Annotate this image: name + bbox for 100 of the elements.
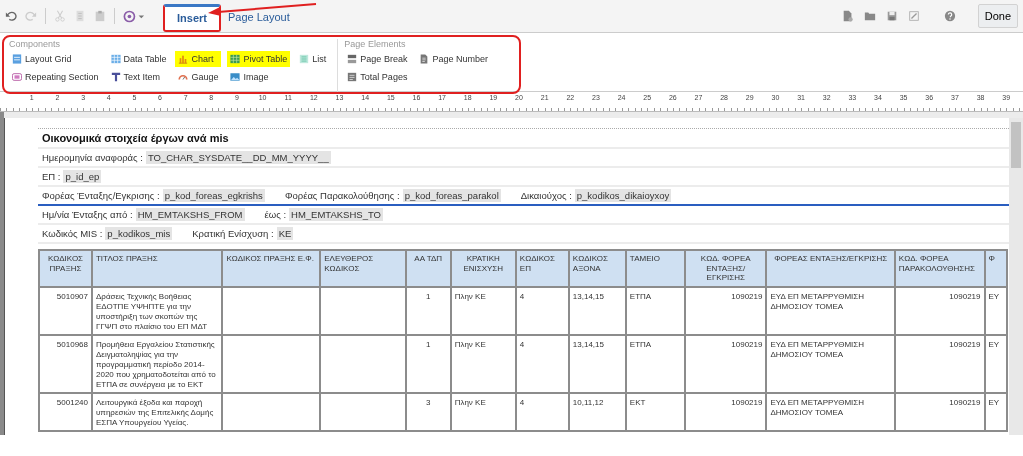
table-cell: 5010968	[39, 334, 92, 393]
table-cell: Λειτουργικά έξοδα και παροχή υπηρεσιών της Επιτελικής Δομής ΕΣΠΑ Υπουργείου Υγείας.	[92, 392, 223, 431]
table-cell: ΕΥ	[984, 392, 1007, 431]
table-cell: Πλην ΚΕ	[450, 286, 516, 335]
table-cell: Δράσεις Τεχνικής Βοήθειας ΕΔΟΤΠΕ ΥΨΗΠΤΕ για την υποστήριξη των σκοπών της ΓΓΨΠ στο πλαίσιο του ΕΠ ΜΔΤ	[92, 286, 223, 335]
undo-icon[interactable]	[5, 10, 17, 22]
table-cell: 1090219	[894, 334, 985, 393]
redo-icon[interactable]	[25, 10, 37, 22]
ribbon-item[interactable]: Layout Grid	[9, 51, 102, 67]
pivot-table-icon	[230, 54, 241, 64]
page-break-icon	[347, 54, 358, 64]
table-cell: Πλην ΚΕ	[450, 392, 516, 431]
scrollbar[interactable]	[1009, 118, 1023, 435]
report-title: Οικονομικά στοιχεία έργων ανά mis	[38, 129, 1009, 149]
field-label: Φορέας Ένταξης/Εγκρισης :	[42, 190, 160, 201]
ribbon-item[interactable]: Text Item	[107, 69, 170, 85]
folder-icon[interactable]	[863, 10, 876, 22]
column-header: ΚΩΔΙΚΟΣ ΕΠ	[515, 250, 569, 287]
column-header: ΤΑΜΕΙΟ	[625, 250, 685, 287]
report-line[interactable]: Κωδικός MIS : p_kodikos_mis Κρατική Ενίσχυση : KE	[38, 225, 1009, 244]
column-header: Φ	[984, 250, 1007, 287]
field-label: Κρατική Ενίσχυση :	[192, 228, 274, 239]
scrollbar-thumb[interactable]	[1011, 122, 1021, 168]
table-cell: ΕΤΠΑ	[625, 334, 685, 393]
parameter-field[interactable]: KE	[276, 227, 294, 240]
table-cell: ΕΤΠΑ	[625, 286, 685, 335]
parameter-field[interactable]: p_kod_foreas_egkrishs	[162, 189, 265, 202]
field-label: Φορέας Παρακολούθησης :	[284, 190, 400, 201]
table-cell: 1	[405, 334, 451, 393]
gauge-icon	[178, 72, 189, 82]
table-cell: ΕΥΔ ΕΠ ΜΕΤΑΡΡΥΘΜΙΣΗ ΔΗΜΟΣΙΟΥ ΤΟΜΕΑ	[766, 392, 895, 431]
table-cell: 1090219	[894, 286, 985, 335]
table-cell: 5001240	[39, 392, 92, 431]
column-header: ΕΛΕΥΘΕΡΟΣ ΚΩΔΙΚΟΣ	[320, 250, 406, 287]
group-title: Page Elements	[344, 39, 407, 49]
ribbon-item[interactable]: Gauge	[175, 69, 222, 85]
table-cell: ΕΥΔ ΕΠ ΜΕΤΑΡΡΥΘΜΙΣΗ ΔΗΜΟΣΙΟΥ ΤΟΜΕΑ	[766, 334, 895, 393]
table-cell: 1	[405, 286, 451, 335]
parameter-field[interactable]: HM_EMTAKSHS_TO	[289, 208, 383, 221]
bar-chart-icon	[178, 54, 189, 64]
column-header: ΚΩΔΙΚΟΣ ΑΞΟΝΑ	[568, 250, 626, 287]
table-icon	[110, 54, 121, 64]
table-cell: 4	[515, 334, 569, 393]
save-icon[interactable]	[885, 10, 898, 22]
table-cell: 3	[405, 392, 451, 431]
total-pages-icon	[347, 72, 358, 82]
table-cell: ΕΥΔ ΕΠ ΜΕΤΑΡΡΥΘΜΙΣΗ ΔΗΜΟΣΙΟΥ ΤΟΜΕΑ	[766, 286, 895, 335]
table-cell: 13,14,15	[568, 334, 626, 393]
table-cell: ΕΥ	[984, 286, 1007, 335]
field-label: Ημερομηνία αναφοράς :	[42, 152, 143, 163]
ribbon-item[interactable]: Data Table	[107, 51, 170, 67]
table-cell: Πλην ΚΕ	[450, 334, 516, 393]
ribbon-item[interactable]: Page Break	[344, 51, 411, 67]
parameter-field[interactable]: p_id_ep	[63, 170, 102, 183]
field-label: Ημ/νία Ένταξης από :	[42, 209, 133, 220]
done-button[interactable]: Done	[977, 4, 1018, 28]
table-cell: ΕΚΤ	[625, 392, 685, 431]
ribbon-item[interactable]: Pivot Table	[227, 51, 291, 67]
parameter-field[interactable]: p_kod_foreas_parakol	[402, 189, 501, 202]
repeating-section-icon	[12, 72, 22, 82]
column-header: ΚΩΔ. ΦΟΡΕΑ ΕΝΤΑΞΗΣ/ΕΓΚΡΙΣΗΣ	[684, 250, 767, 287]
parameter-field[interactable]: HM_EMTAKSHS_FROM	[135, 208, 245, 221]
column-header: ΤΙΤΛΟΣ ΠΡΑΞΗΣ	[92, 250, 223, 287]
page-number-icon	[419, 54, 430, 64]
text-icon	[110, 72, 121, 82]
table-cell: ΕΥ	[984, 334, 1007, 393]
ribbon-item[interactable]: Repeating Section	[9, 69, 102, 85]
ribbon-tab[interactable]: Insert	[163, 4, 221, 32]
parameter-field[interactable]: p_kodikos_dikaioyxoy	[574, 189, 672, 202]
field-label: Δικαιούχος :	[520, 190, 572, 201]
table-cell: 13,14,15	[568, 286, 626, 335]
paste-icon[interactable]	[94, 10, 106, 22]
report-line[interactable]: Ημερομηνία αναφοράς : TO_CHAR_SYSDATE__DD_MM_YYYY__	[38, 149, 1009, 168]
ribbon-item[interactable]: Chart	[175, 51, 222, 67]
ribbon-item[interactable]: Page Number	[416, 51, 491, 67]
new-document-icon[interactable]	[841, 10, 854, 22]
copy-icon[interactable]	[74, 10, 86, 22]
field-label: Κωδικός MIS :	[42, 228, 103, 239]
parameter-field[interactable]: p_kodikos_mis	[105, 227, 173, 240]
ribbon-item[interactable]: Image	[227, 69, 291, 85]
report-line[interactable]: Ημ/νία Ένταξης από : HM_EMTAKSHS_FROM έως : HM_EMTAKSHS_TO	[38, 206, 1009, 225]
ribbon-item[interactable]: Total Pages	[344, 69, 411, 85]
ribbon-item[interactable]: List	[296, 51, 330, 67]
parameter-field[interactable]: TO_CHAR_SYSDATE__DD_MM_YYYY__	[145, 151, 331, 164]
cut-icon[interactable]	[54, 10, 66, 22]
ribbon-tab[interactable]: Page Layout	[220, 4, 297, 32]
column-header: ΚΩΔΙΚΟΣ ΠΡΑΞΗΣ Ε.Φ.	[222, 250, 321, 287]
table-cell: 5010907	[39, 286, 92, 335]
field-label: ΕΠ :	[42, 171, 61, 182]
help-icon[interactable]	[943, 10, 956, 22]
column-header: ΦΟΡΕΑΣ ΕΝΤΑΞΗΣ/ΕΓΚΡΙΣΗΣ	[766, 250, 895, 287]
report-line[interactable]: Φορέας Ένταξης/Εγκρισης : p_kod_foreas_egkrishs Φορέας Παρακολούθησης : p_kod_foreas_parakol Δικαιούχος : p_kodikos_dikaioyxoy	[38, 187, 1009, 206]
column-header: ΚΩΔΙΚΟΣ ΠΡΑΞΗΣ	[39, 250, 92, 287]
field-label: έως :	[264, 209, 287, 220]
table-cell: 10,11,12	[568, 392, 626, 431]
report-line[interactable]: ΕΠ : p_id_ep	[38, 168, 1009, 187]
table-cell: Προμήθεια Εργαλείου Στατιστικής Δειγματοληψίας για την προγραμματική περίοδο 2014-2020 που χρηματοδοτείται από το ΕΤΠΑ σε συνέργεια με το ΕΚΤ	[92, 334, 223, 393]
image-icon	[230, 72, 241, 82]
table-cell: 4	[515, 392, 569, 431]
column-header: ΑΑ ΤΔΠ	[405, 250, 451, 287]
